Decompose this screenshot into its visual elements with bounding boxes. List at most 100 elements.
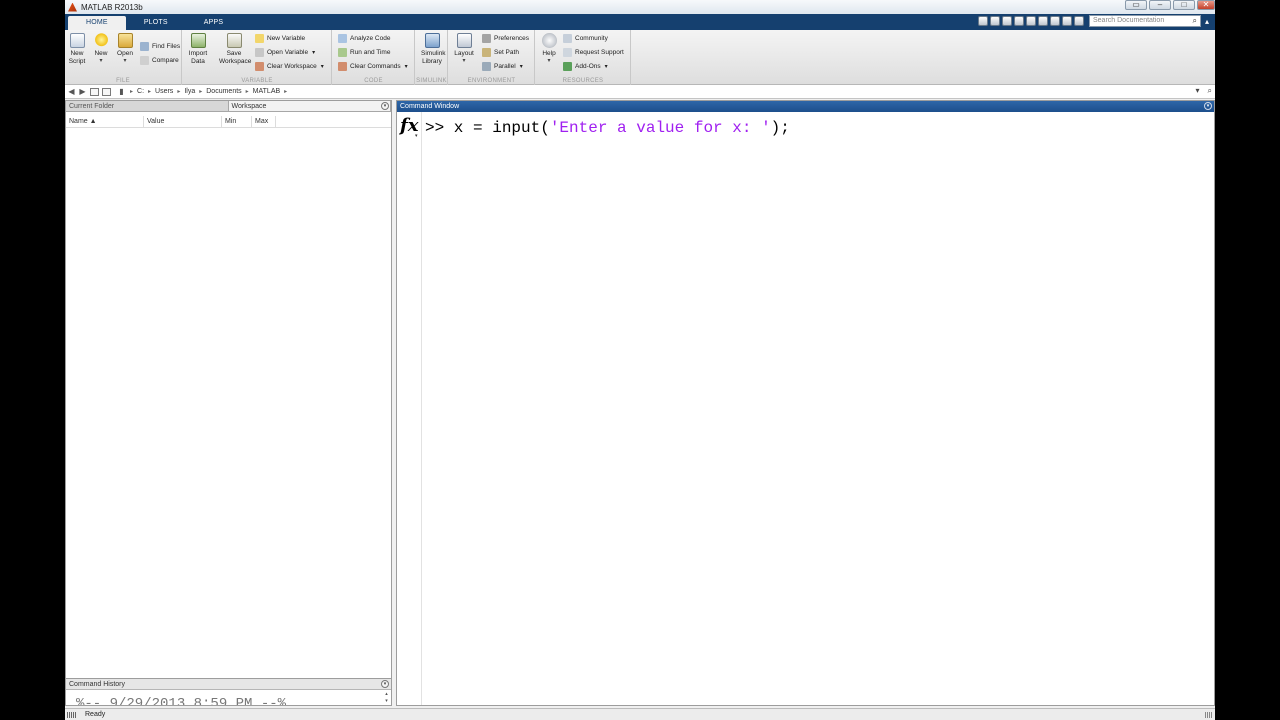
panel-actions-icon[interactable]: ▾ xyxy=(381,680,389,688)
browse-folder-icon[interactable] xyxy=(102,87,111,96)
new-button[interactable]: New ▾ xyxy=(90,33,112,64)
analyze-code-button[interactable]: Analyze Code xyxy=(338,32,390,44)
restore-icon[interactable]: ▭ xyxy=(1125,0,1147,10)
path-segment[interactable]: Documents xyxy=(206,88,241,95)
workspace-columns: Name ▲ Value Min Max xyxy=(66,116,391,128)
command-gutter: fx ▾ xyxy=(397,112,422,705)
ribbon-section-file: New Script New ▾ Open ▾ Find Files Compa… xyxy=(65,30,182,85)
command-window-title: Command Window xyxy=(400,103,460,110)
tab-plots[interactable]: PLOTS xyxy=(126,16,186,30)
customize-icon[interactable] xyxy=(1062,16,1072,26)
ribbon-section-label: VARIABLE xyxy=(241,78,273,84)
command-code: x = input( xyxy=(444,119,550,137)
switch-windows-icon[interactable] xyxy=(1050,16,1060,26)
undo-icon[interactable] xyxy=(1026,16,1036,26)
search-folder-icon[interactable]: ⌕ xyxy=(1208,86,1212,96)
add-ons-button[interactable]: Add-Ons ▾ xyxy=(563,60,608,72)
quick-access-toolbar: Search Documentation ⌕ ▴ xyxy=(978,15,1215,27)
panel-actions-icon[interactable]: ▾ xyxy=(1204,102,1212,110)
command-window[interactable]: Command Window ▾ fx ▾ >> x = input('Ente… xyxy=(396,100,1215,706)
command-line[interactable]: >> x = input('Enter a value for x: '); xyxy=(425,119,790,137)
ribbon-section-label: RESOURCES xyxy=(562,78,604,84)
path-segment[interactable]: C: xyxy=(137,88,144,95)
close-button[interactable]: ✕ xyxy=(1197,0,1215,10)
ribbon-tabs: HOME PLOTS APPS Search Documentation ⌕ ▴ xyxy=(65,14,1215,30)
parallel-button[interactable]: Parallel ▾ xyxy=(482,60,523,72)
minimize-button[interactable]: – xyxy=(1149,0,1171,10)
window-title: MATLAB R2013b xyxy=(81,2,143,12)
maximize-button[interactable]: □ xyxy=(1173,0,1195,10)
column-name[interactable]: Name ▲ xyxy=(66,116,144,127)
search-placeholder: Search Documentation xyxy=(1093,17,1165,24)
clear-workspace-button[interactable]: Clear Workspace ▾ xyxy=(255,60,324,72)
command-string-literal: 'Enter a value for x: ' xyxy=(549,119,771,137)
command-suffix: ); xyxy=(770,119,790,137)
chevron-down-icon: ▾ xyxy=(462,58,466,64)
new-variable-icon xyxy=(255,33,264,43)
column-value[interactable]: Value xyxy=(144,116,222,127)
resize-grip-icon[interactable] xyxy=(1205,712,1213,718)
chevron-down-icon: ▾ xyxy=(547,58,551,64)
search-documentation-input[interactable]: Search Documentation ⌕ xyxy=(1089,15,1201,27)
address-bar: ◀ ▶ ▮ ▸ C: ▸ Users ▸ Ilya ▸ Documents ▸ … xyxy=(65,85,1215,99)
path-segment[interactable]: Users xyxy=(155,88,173,95)
community-button[interactable]: Community xyxy=(563,32,608,44)
layout-button[interactable]: Layout ▾ xyxy=(453,33,475,64)
column-max[interactable]: Max xyxy=(252,116,276,127)
tab-home[interactable]: HOME xyxy=(68,16,126,30)
path-separator-icon: ▸ xyxy=(177,89,181,95)
chevron-down-icon: ▾ xyxy=(312,49,316,56)
run-and-time-button[interactable]: Run and Time xyxy=(338,46,390,58)
new-variable-button[interactable]: New Variable xyxy=(255,32,305,44)
up-folder-icon[interactable] xyxy=(90,87,99,96)
chevron-down-icon: ▾ xyxy=(519,63,523,70)
tab-apps[interactable]: APPS xyxy=(186,16,241,30)
history-entry[interactable]: %-- 9/29/2013 8:59 PM --% xyxy=(66,697,391,706)
path-segment[interactable]: Ilya xyxy=(184,88,195,95)
open-variable-button[interactable]: Open Variable ▾ xyxy=(255,46,315,58)
ribbon-section-simulink: Simulink Library SIMULINK xyxy=(416,30,448,85)
preferences-button[interactable]: Preferences xyxy=(482,32,529,44)
help-icon[interactable] xyxy=(1074,16,1084,26)
matlab-logo-icon xyxy=(68,2,77,12)
status-bar: Ready xyxy=(65,708,1215,720)
new-icon xyxy=(93,33,109,48)
help-button[interactable]: Help ▾ xyxy=(538,33,560,64)
back-arrow-icon[interactable]: ◀ xyxy=(67,87,76,96)
new-script-button[interactable]: New Script xyxy=(66,33,88,66)
save-icon[interactable] xyxy=(978,16,988,26)
save-workspace-button[interactable]: Save Workspace xyxy=(219,33,251,66)
pin-ribbon-icon[interactable]: ▴ xyxy=(1205,17,1215,26)
column-min[interactable]: Min xyxy=(222,116,252,127)
compare-button[interactable]: Compare xyxy=(140,54,179,66)
find-files-icon xyxy=(140,41,149,51)
history-scrollbar[interactable]: ▴ ▾ xyxy=(383,691,390,705)
compare-icon xyxy=(140,55,149,65)
chevron-down-icon: ▾ xyxy=(123,58,127,64)
parallel-icon xyxy=(482,61,491,71)
copy-icon[interactable] xyxy=(1002,16,1012,26)
command-history-panel: Command History ▾ %-- 9/29/2013 8:59 PM … xyxy=(65,678,392,706)
import-data-button[interactable]: Import Data xyxy=(187,33,209,66)
panel-actions-icon[interactable]: ▾ xyxy=(381,102,389,110)
path-dropdown-icon[interactable]: ▾ xyxy=(1196,86,1200,96)
status-grip-icon xyxy=(67,712,77,718)
cut-icon[interactable] xyxy=(990,16,1000,26)
tab-current-folder[interactable]: Current Folder xyxy=(66,101,229,111)
simulink-library-button[interactable]: Simulink Library xyxy=(421,33,446,66)
path-segment[interactable]: MATLAB xyxy=(253,88,281,95)
tab-workspace[interactable]: Workspace xyxy=(228,101,391,111)
redo-icon[interactable] xyxy=(1038,16,1048,26)
drive-icon[interactable]: ▮ xyxy=(117,87,126,96)
search-icon[interactable]: ⌕ xyxy=(1193,16,1197,26)
find-files-button[interactable]: Find Files xyxy=(140,40,180,52)
forward-arrow-icon[interactable]: ▶ xyxy=(78,87,87,96)
clear-commands-button[interactable]: Clear Commands ▾ xyxy=(338,60,408,72)
paste-icon[interactable] xyxy=(1014,16,1024,26)
chevron-down-icon: ▾ xyxy=(99,58,103,64)
open-button[interactable]: Open ▾ xyxy=(114,33,136,64)
request-support-button[interactable]: Request Support xyxy=(563,46,624,58)
title-bar: MATLAB R2013b ▭ – □ ✕ xyxy=(65,0,1215,14)
layout-icon xyxy=(456,33,472,48)
set-path-button[interactable]: Set Path xyxy=(482,46,519,58)
